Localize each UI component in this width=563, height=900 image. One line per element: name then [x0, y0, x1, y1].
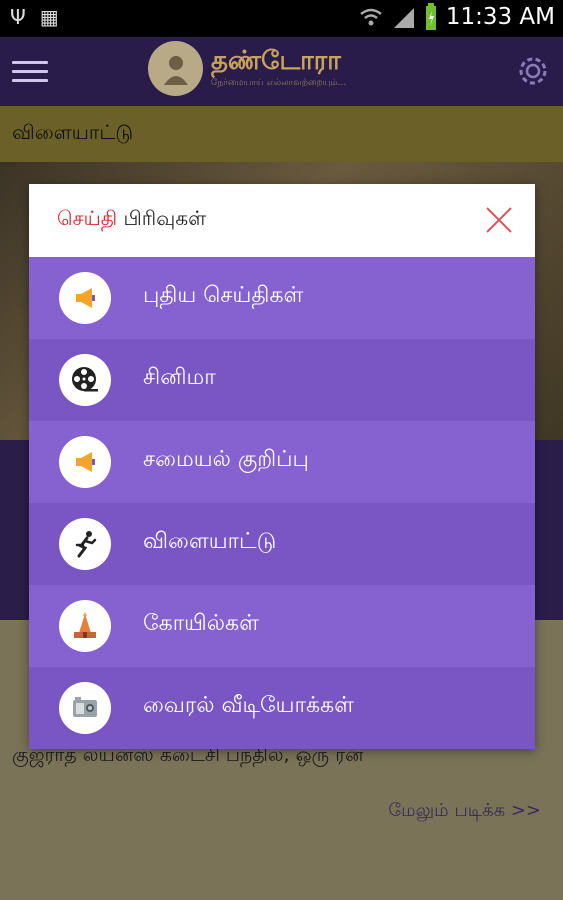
category-label: கோயில்கள்	[143, 611, 259, 636]
category-label: சினிமா	[143, 365, 216, 390]
dialog-title: செய்தி பிரிவுகள்	[57, 206, 206, 233]
category-item-viral-videos[interactable]: வைரல் வீடியோக்கள்	[29, 667, 535, 749]
app-bar: தண்டோரா நேர்மையாய் எல்லாவற்றையும்...	[0, 37, 563, 106]
status-time: 11:33 AM	[445, 4, 555, 30]
category-dialog: செய்தி பிரிவுகள் புதிய செய்திகள் சினிமா …	[29, 184, 535, 749]
category-label: வைரல் வீடியோக்கள்	[143, 693, 355, 718]
category-label: புதிய செய்திகள்	[143, 283, 304, 308]
category-label: விளையாட்டு	[143, 529, 277, 554]
app-logo: தண்டோரா நேர்மையாய் எல்லாவற்றையும்...	[148, 41, 346, 96]
runner-icon	[59, 518, 111, 570]
category-item-news[interactable]: புதிய செய்திகள்	[29, 257, 535, 339]
logo-emblem-icon	[148, 41, 203, 96]
dialog-header: செய்தி பிரிவுகள்	[29, 184, 535, 257]
wifi-icon	[360, 8, 382, 26]
logo-tagline: நேர்மையாய் எல்லாவற்றையும்...	[211, 78, 347, 88]
logo-title: தண்டோரா	[211, 46, 341, 76]
megaphone-icon	[59, 272, 111, 324]
category-item-sports[interactable]: விளையாட்டு	[29, 503, 535, 585]
megaphone-icon	[59, 436, 111, 488]
usb-icon: Ψ	[10, 5, 26, 29]
category-item-cooking[interactable]: சமையல் குறிப்பு	[29, 421, 535, 503]
status-bar: Ψ ▦ 11:33 AM	[0, 0, 563, 37]
gear-icon[interactable]	[515, 53, 551, 89]
dialog-title-highlight: செய்தி	[57, 206, 118, 230]
category-item-temples[interactable]: கோயில்கள்	[29, 585, 535, 667]
category-bar: விளையாட்டு	[0, 106, 563, 162]
film-reel-icon	[59, 354, 111, 406]
dialog-title-rest: பிரிவுகள்	[123, 206, 207, 230]
close-icon[interactable]	[485, 206, 513, 234]
temple-icon	[59, 600, 111, 652]
battery-icon	[425, 3, 436, 30]
category-label: சமையல் குறிப்பு	[143, 447, 309, 472]
hamburger-icon[interactable]	[12, 61, 48, 83]
read-more-link[interactable]: மேலும் படிக்க >>	[388, 800, 541, 823]
sim-icon: ▦	[39, 5, 59, 29]
category-title: விளையாட்டு	[12, 120, 134, 144]
signal-icon	[393, 8, 414, 28]
video-camera-icon	[59, 682, 111, 734]
category-item-cinema[interactable]: சினிமா	[29, 339, 535, 421]
category-list: புதிய செய்திகள் சினிமா சமையல் குறிப்பு வ…	[29, 257, 535, 749]
